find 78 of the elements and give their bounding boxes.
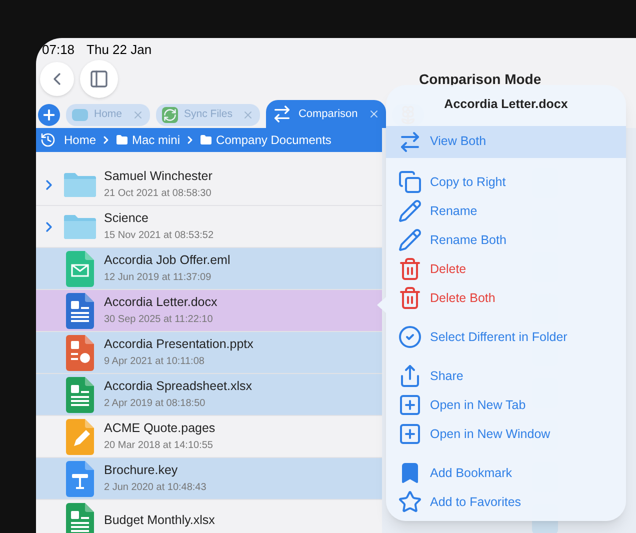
breadcrumb-item[interactable]: Home <box>64 131 96 149</box>
file-row[interactable]: Accordia Job Offer.eml 12 Jun 2019 at 11:37:09 <box>36 248 382 290</box>
add-tab-button[interactable] <box>38 104 60 126</box>
menu-item[interactable]: Delete Both <box>386 284 626 313</box>
sidebar-button[interactable] <box>80 60 118 98</box>
folder-icon <box>72 109 88 121</box>
menu-item[interactable]: Open in New Window <box>386 420 626 449</box>
tab[interactable]: Comparison <box>266 100 386 128</box>
check-circle-icon <box>398 325 422 350</box>
file-name: Accordia Job Offer.eml <box>104 252 230 269</box>
menu-item[interactable]: Select Different in Folder <box>386 322 626 352</box>
copy-icon <box>398 170 422 194</box>
sync-icon <box>162 107 178 123</box>
close-icon[interactable] <box>368 108 380 120</box>
status-time: 07:18 <box>42 40 75 59</box>
share-icon <box>398 364 422 388</box>
file-row[interactable]: Brochure.key 2 Jun 2020 at 10:48:43 <box>36 458 382 500</box>
folder-icon <box>62 170 98 198</box>
pencil-file-icon <box>66 418 94 454</box>
menu-item[interactable]: Delete <box>386 254 626 284</box>
compare-icon <box>272 104 292 124</box>
podium-file-icon <box>66 460 94 496</box>
mail-file-icon <box>66 250 94 286</box>
file-date: 2 Jun 2020 at 10:48:43 <box>104 482 206 494</box>
file-date: 21 Oct 2021 at 08:58:30 <box>104 188 212 200</box>
trash-icon <box>398 257 422 282</box>
file-name: Accordia Spreadsheet.xlsx <box>104 378 252 395</box>
spreadsheet-file-icon <box>66 376 94 412</box>
file-name: ACME Quote.pages <box>104 420 216 437</box>
tab-label: Sync Files <box>184 107 232 122</box>
file-row[interactable]: Accordia Presentation.pptx 9 Apr 2021 at 10:11:08 <box>36 332 382 374</box>
tab-label: Comparison <box>298 106 358 122</box>
file-name: Science <box>104 210 150 227</box>
spreadsheet-file-icon <box>66 502 94 533</box>
file-name: Accordia Letter.docx <box>104 294 218 311</box>
file-name: Brochure.key <box>104 462 179 479</box>
history-icon[interactable] <box>40 132 56 148</box>
file-name: Samuel Winchester <box>104 168 212 185</box>
menu-title: Accordia Letter.docx <box>443 96 569 113</box>
star-icon <box>398 490 422 514</box>
breadcrumb-item[interactable]: Company Documents <box>216 131 332 149</box>
back-button[interactable] <box>40 62 74 96</box>
breadcrumb-item[interactable]: Mac mini <box>132 131 180 149</box>
window-title: Comparison Mode <box>419 70 542 89</box>
file-row[interactable]: Accordia Spreadsheet.xlsx 2 Apr 2019 at 08:18:50 <box>36 374 382 416</box>
file-date: 9 Apr 2021 at 10:11:08 <box>104 356 206 368</box>
menu-item[interactable]: Rename Both <box>386 226 626 255</box>
new-tab-icon <box>398 393 422 418</box>
menu-item[interactable]: Copy to Right <box>386 168 626 197</box>
file-date: 15 Nov 2021 at 08:53:52 <box>104 230 214 242</box>
menu-item[interactable]: Share <box>386 362 626 391</box>
file-row[interactable]: Accordia Letter.docx 30 Sep 2025 at 11:22:10 <box>36 290 382 332</box>
pencil-icon <box>398 199 422 224</box>
folder-icon <box>62 212 98 240</box>
menu-item[interactable]: Add Bookmark <box>386 458 626 488</box>
status-date: Thu 22 Jan <box>86 40 152 59</box>
pencil-icon <box>398 228 422 252</box>
file-name: Budget Monthly.xlsx <box>104 512 215 528</box>
presentation-file-icon <box>66 334 94 370</box>
plus-icon <box>41 107 57 123</box>
trash-icon <box>398 286 422 310</box>
sidebar-icon <box>89 69 109 89</box>
menu-item[interactable]: Open in New Tab <box>386 390 626 420</box>
folder-icon <box>200 134 212 146</box>
file-date: 30 Sep 2025 at 11:22:10 <box>104 314 214 326</box>
tab-label: Home <box>94 107 122 122</box>
file-date: 2 Apr 2019 at 08:18:50 <box>104 398 206 410</box>
menu-item[interactable]: View Both <box>386 126 626 158</box>
file-row[interactable]: ACME Quote.pages 20 Mar 2018 at 14:10:55 <box>36 416 382 458</box>
compare-icon <box>398 130 422 154</box>
document-file-icon <box>66 292 94 328</box>
menu-item[interactable]: Rename <box>386 196 626 226</box>
file-date: 20 Mar 2018 at 14:10:55 <box>104 440 214 452</box>
menu-item[interactable]: Add to Favorites <box>386 488 626 517</box>
file-name: Accordia Presentation.pptx <box>104 336 254 353</box>
file-date: 12 Jun 2019 at 11:37:09 <box>104 272 212 284</box>
new-window-icon <box>398 422 422 446</box>
folder-icon <box>116 134 128 146</box>
